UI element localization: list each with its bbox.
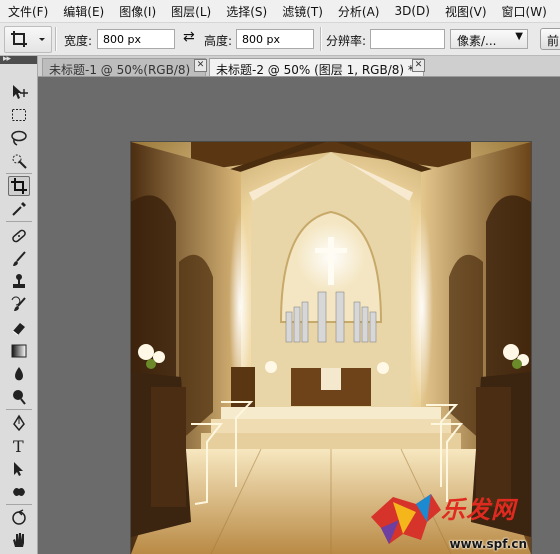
menu-edit[interactable]: 编辑(E): [55, 3, 111, 20]
custom-shape-icon[interactable]: [8, 482, 30, 502]
collapse-arrows-icon: ▸▸: [3, 54, 11, 64]
tool-preset-picker[interactable]: [4, 26, 52, 53]
options-bar: 宽度: ⇄ 高度: 分辨率: 像素/... ▼ 前: [0, 23, 560, 56]
close-icon[interactable]: ✕: [412, 59, 425, 72]
dodge-icon[interactable]: [8, 387, 30, 407]
options-divider: [55, 27, 57, 51]
chevron-down-icon: ▼: [515, 31, 523, 42]
crop-icon[interactable]: [8, 176, 30, 196]
toolbox-divider: [6, 221, 32, 222]
menu-select[interactable]: 选择(S): [218, 3, 274, 20]
marquee-icon[interactable]: [8, 105, 30, 125]
canvas-image[interactable]: 乐发网 www.spf.cn: [131, 142, 531, 554]
crop-tool-icon: [11, 31, 45, 47]
close-icon[interactable]: ✕: [194, 59, 207, 72]
width-label: 宽度:: [64, 34, 93, 48]
healing-brush-icon[interactable]: [8, 226, 30, 246]
front-image-button[interactable]: 前: [540, 28, 560, 50]
rotate-view-icon[interactable]: [8, 508, 30, 528]
tab-title: 未标题-2 @ 50% (图层 1, RGB/8) *: [216, 63, 414, 77]
lasso-icon[interactable]: [8, 128, 30, 148]
menu-image[interactable]: 图像(I): [111, 3, 163, 20]
height-label: 高度:: [204, 34, 233, 48]
history-brush-icon[interactable]: [8, 295, 30, 315]
height-field[interactable]: [236, 29, 314, 49]
resolution-unit-value: 像素/...: [457, 34, 497, 48]
toolbox-divider: [6, 504, 32, 505]
clone-stamp-icon[interactable]: [8, 272, 30, 292]
menu-view[interactable]: 视图(V): [437, 3, 494, 20]
menu-bar: 文件(F) 编辑(E) 图像(I) 图层(L) 选择(S) 滤镜(T) 分析(A…: [0, 0, 560, 23]
menu-window[interactable]: 窗口(W): [494, 3, 554, 20]
options-divider: [320, 27, 322, 51]
toolbox: ▸▸ T: [0, 54, 38, 554]
tab-document-1[interactable]: 未标题-1 @ 50%(RGB/8) *: [42, 58, 206, 77]
toolbox-divider: [6, 173, 32, 174]
swap-dimensions-icon[interactable]: ⇄: [183, 29, 195, 45]
resolution-label: 分辨率:: [326, 34, 367, 48]
toolbox-grip[interactable]: ▸▸: [0, 54, 37, 64]
menu-file[interactable]: 文件(F): [0, 3, 55, 20]
brush-icon[interactable]: [8, 249, 30, 269]
menu-layer[interactable]: 图层(L): [163, 3, 218, 20]
pen-icon[interactable]: [8, 413, 30, 433]
menu-analysis[interactable]: 分析(A): [330, 3, 387, 20]
menu-filter[interactable]: 滤镜(T): [274, 3, 330, 20]
canvas-area[interactable]: 乐发网 www.spf.cn: [38, 77, 560, 554]
gradient-icon[interactable]: [8, 341, 30, 361]
move-icon[interactable]: [8, 82, 30, 102]
path-select-icon[interactable]: [8, 459, 30, 479]
document-tabs: 未标题-1 @ 50%(RGB/8) * ✕ 未标题-2 @ 50% (图层 1…: [38, 56, 560, 77]
type-icon[interactable]: T: [8, 436, 30, 456]
tab-title: 未标题-1 @ 50%(RGB/8) *: [49, 63, 200, 77]
quick-select-icon[interactable]: [8, 151, 30, 171]
toolbox-divider: [6, 409, 32, 410]
tab-document-2[interactable]: 未标题-2 @ 50% (图层 1, RGB/8) *: [209, 58, 424, 77]
watermark-logo-text: 乐发网: [441, 495, 516, 524]
width-field[interactable]: [97, 29, 175, 49]
resolution-field[interactable]: [370, 29, 445, 49]
watermark-url: www.spf.cn: [449, 537, 527, 551]
svg-text:T: T: [13, 437, 24, 455]
blur-icon[interactable]: [8, 364, 30, 384]
eraser-icon[interactable]: [8, 318, 30, 338]
hand-icon[interactable]: [8, 530, 30, 550]
resolution-unit-select[interactable]: 像素/... ▼: [450, 29, 528, 49]
menu-3d[interactable]: 3D(D): [386, 4, 436, 18]
eyedropper-icon[interactable]: [8, 199, 30, 219]
